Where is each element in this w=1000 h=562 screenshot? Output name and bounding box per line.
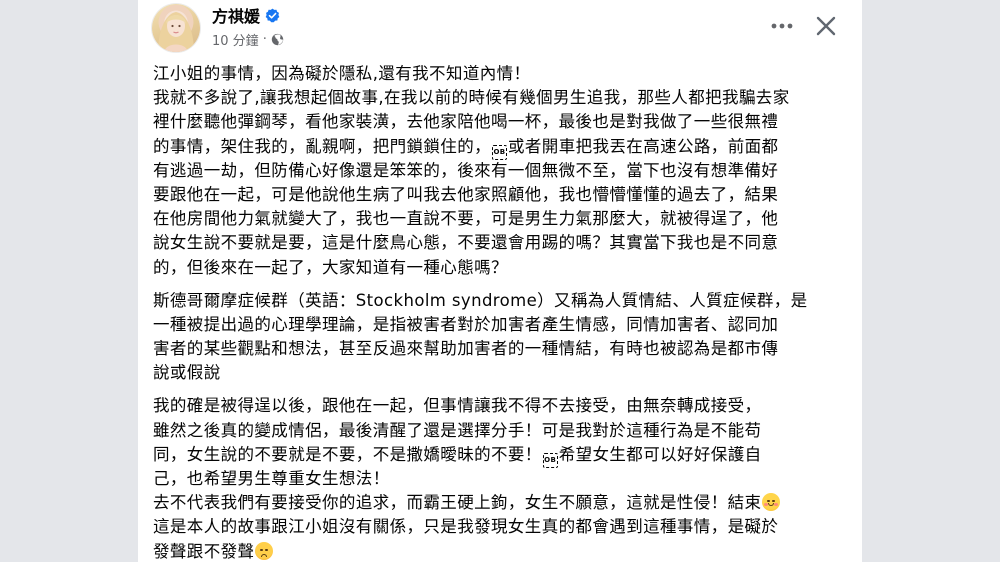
post-text-line: 我就不多說了,讓我想起個故事,在我以前的時候有幾個男生追我，那些人都把我騙去家 bbox=[153, 86, 843, 110]
globe-icon[interactable] bbox=[271, 33, 284, 46]
post-text: 的，但後來在一起了，大家知道有一種心態嗎？ bbox=[153, 257, 508, 277]
post-text: 說女生說不要就是要，這是什麼鳥心態，不要還會用踢的嗎？其實當下我也是不同意 bbox=[153, 233, 779, 253]
worried-face-icon bbox=[255, 541, 274, 560]
post-text-line: 說或假說 bbox=[153, 361, 843, 385]
post-text-line: 發聲跟不發聲 bbox=[153, 540, 843, 562]
post-text-line: 己，也希望男生尊重女生想法！ bbox=[153, 467, 843, 491]
post-text: 去不代表我們有要接受你的追求，而霸王硬上鉤，女生不願意，這就是性侵！結束 bbox=[153, 493, 762, 513]
post-text-line: 的事情，架住我的，亂親啊，把門鎖鎖住的， OB 或者開車把我丟在高速公路，前面都 bbox=[153, 135, 843, 160]
post-paragraph: 我的確是被得逞以後，跟他在一起，但事情讓我不得不去接受，由無奈轉成接受， 雖然之後… bbox=[153, 394, 843, 562]
post-text: 雖然之後真的變成情侶，最後清醒了還是選擇分手！可是我對於這種行為是不能苟 bbox=[153, 420, 762, 440]
post-text: 這是本人的故事跟江小姐沒有關係，只是我發現女生真的都會遇到這種事情，是礙於 bbox=[153, 517, 779, 537]
post-text: 己，也希望男生尊重女生想法！ bbox=[153, 469, 390, 488]
post-text-line: 江小姐的事情，因為礙於隱私,還有我不知道內情！ bbox=[153, 62, 843, 86]
post-text-line: 去不代表我們有要接受你的追求，而霸王硬上鉤，女生不願意，這就是性侵！結束 bbox=[153, 491, 843, 515]
post-text-line: 的，但後來在一起了，大家知道有一種心態嗎？ bbox=[153, 256, 843, 280]
more-options-icon bbox=[771, 23, 793, 29]
post-text: 要跟他在一起，可是他說他生病了叫我去他家照顧他，我也懵懵懂懂的過去了，結果 bbox=[153, 184, 779, 204]
post-text-line: 害者的某些觀點和想法，甚至反過來幫助加害者的一種情結，有時也被認為是都市傳 bbox=[153, 337, 843, 361]
ob-emoji-icon: OB bbox=[542, 452, 558, 468]
author-avatar[interactable] bbox=[152, 4, 200, 52]
close-icon bbox=[816, 16, 836, 36]
post-text: 同，女生說的不要就是不要，不是撒嬌曖昧的不要！ bbox=[153, 444, 542, 464]
post-text: 的事情，架住我的，亂親啊，把門鎖鎖住的， bbox=[153, 136, 491, 156]
post-text-line: 一種被提出過的心理學理論，是指被害者對於加害者產生情感，同情加害者、認同加 bbox=[153, 313, 843, 337]
post-paragraph: 江小姐的事情，因為礙於隱私,還有我不知道內情！ 我就不多說了,讓我想起個故事,在我… bbox=[153, 62, 843, 280]
author-name[interactable]: 方祺媛 bbox=[212, 3, 260, 27]
post-text: 江小姐的事情，因為礙於隱私,還有我不知道內情！ bbox=[153, 64, 531, 83]
post-text: 發聲跟不發聲 bbox=[153, 541, 255, 561]
post-text: 說或假說 bbox=[153, 363, 221, 383]
post-text: 斯德哥爾摩症候群（英語：Stockholm syndrome）又稱為人質情結、人… bbox=[153, 290, 808, 310]
more-options-button[interactable] bbox=[766, 12, 798, 40]
smiling-face-with-blush-icon bbox=[762, 493, 781, 512]
post-text-line: 斯德哥爾摩症候群（英語：Stockholm syndrome）又稱為人質情結、人… bbox=[153, 289, 843, 313]
post-text-line: 裡什麼聽他彈鋼琴，看他家裝潢，去他家陪他喝一杯，最後也是對我做了一些很無禮 bbox=[153, 110, 843, 134]
avatar-image bbox=[158, 12, 194, 52]
post-text-line: 有逃過一劫，但防備心好像還是笨笨的，後來有一個無微不至，當下也沒有想準備好 bbox=[153, 159, 843, 183]
post-timestamp[interactable]: 10 分鐘 bbox=[212, 30, 259, 49]
post-text: 裡什麼聽他彈鋼琴，看他家裝潢，去他家陪他喝一杯，最後也是對我做了一些很無禮 bbox=[153, 112, 779, 132]
post-text: 我的確是被得逞以後，跟他在一起，但事情讓我不得不去接受，由無奈轉成接受， bbox=[153, 396, 762, 416]
post-text: 一種被提出過的心理學理論，是指被害者對於加害者產生情感，同情加害者、認同加 bbox=[153, 314, 779, 334]
post-text: 害者的某些觀點和想法，甚至反過來幫助加害者的一種情結，有時也被認為是都市傳 bbox=[153, 339, 779, 359]
post-text-line: 要跟他在一起，可是他說他生病了叫我去他家照顧他，我也懵懵懂懂的過去了，結果 bbox=[153, 183, 843, 207]
post-text-line: 我的確是被得逞以後，跟他在一起，但事情讓我不得不去接受，由無奈轉成接受， bbox=[153, 394, 843, 418]
post-text-line: 這是本人的故事跟江小姐沒有關係，只是我發現女生真的都會遇到這種事情，是礙於 bbox=[153, 515, 843, 539]
post-text: 有逃過一劫，但防備心好像還是笨笨的，後來有一個無微不至，當下也沒有想準備好 bbox=[153, 160, 779, 180]
post-header: 方祺媛 10 分鐘 · bbox=[138, 0, 862, 58]
post-text: 我就不多說了,讓我想起個故事,在我以前的時候有幾個男生追我，那些人都把我騙去家 bbox=[153, 88, 790, 108]
ob-emoji-icon: OB bbox=[492, 144, 507, 160]
author-row: 方祺媛 bbox=[212, 4, 280, 26]
post-paragraph: 斯德哥爾摩症候群（英語：Stockholm syndrome）又稱為人質情結、人… bbox=[153, 289, 843, 386]
post-text: 或者開車把我丟在高速公路，前面都 bbox=[508, 136, 779, 156]
post-text: 在他房間他力氣就變大了，我也一直說不要，可是男生力氣那麼大，就被得逞了，他 bbox=[153, 209, 779, 229]
post-text: 希望女生都可以好好保護自 bbox=[558, 444, 762, 464]
post-text-line: 說女生說不要就是要，這是什麼鳥心態，不要還會用踢的嗎？其實當下我也是不同意 bbox=[153, 231, 843, 255]
post-text-line: 在他房間他力氣就變大了，我也一直說不要，可是男生力氣那麼大，就被得逞了，他 bbox=[153, 207, 843, 231]
verified-badge-icon bbox=[265, 8, 280, 22]
post-text-line: 雖然之後真的變成情侶，最後清醒了還是選擇分手！可是我對於這種行為是不能苟 bbox=[153, 419, 843, 443]
meta-separator: · bbox=[262, 31, 267, 47]
post-meta: 10 分鐘 · bbox=[212, 30, 284, 49]
post-body: 江小姐的事情，因為礙於隱私,還有我不知道內情！ 我就不多說了,讓我想起個故事,在我… bbox=[153, 62, 843, 562]
post-text-line: 同，女生說的不要就是不要，不是撒嬌曖昧的不要！ OB 希望女生都可以好好保護自 bbox=[153, 443, 843, 468]
post-card: 方祺媛 10 分鐘 · 江小姐的事情，因為礙於隱私,還有我不知道內情！ 我就不多… bbox=[138, 0, 862, 562]
close-button[interactable] bbox=[810, 10, 842, 42]
